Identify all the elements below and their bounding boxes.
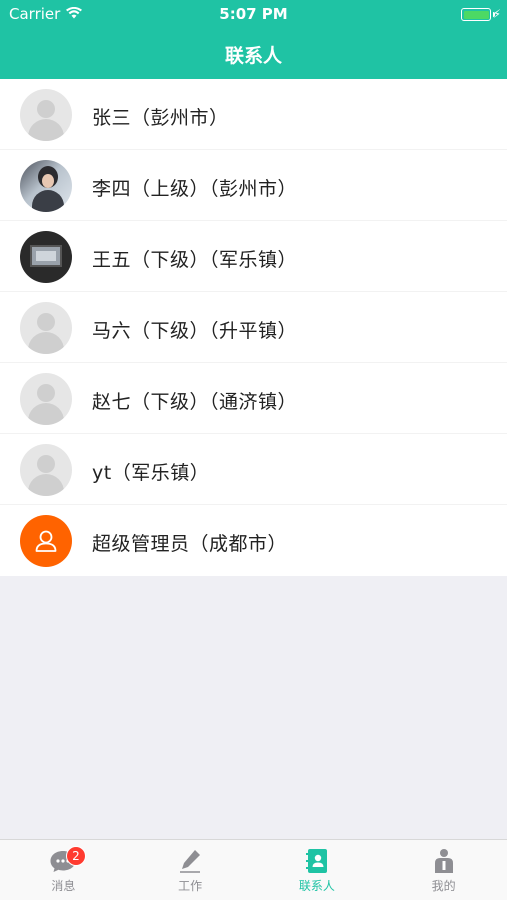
tab-messages[interactable]: 2 消息 bbox=[0, 840, 127, 900]
contact-name: 李四（上级）（彭州市） bbox=[92, 178, 298, 200]
unread-badge: 2 bbox=[66, 846, 86, 866]
person-info-icon bbox=[429, 847, 459, 875]
contacts-book-icon bbox=[302, 847, 332, 875]
pen-icon bbox=[175, 847, 205, 875]
photo-avatar bbox=[20, 231, 72, 283]
contact-list: 张三（彭州市） 李四（上级）（彭州市） 王五（下级）（军乐镇） 马六（下级）（升… bbox=[0, 79, 507, 576]
status-time: 5:07 PM bbox=[219, 5, 288, 23]
contact-row[interactable]: yt（军乐镇） bbox=[0, 434, 507, 505]
contact-row[interactable]: 超级管理员（成都市） bbox=[0, 505, 507, 576]
default-avatar-icon bbox=[20, 444, 72, 496]
contact-row[interactable]: 李四（上级）（彭州市） bbox=[0, 150, 507, 221]
contact-name: yt（军乐镇） bbox=[92, 462, 210, 484]
contact-row[interactable]: 马六（下级）（升平镇） bbox=[0, 292, 507, 363]
photo-avatar bbox=[20, 160, 72, 212]
tab-label: 工作 bbox=[178, 879, 203, 893]
contact-name: 超级管理员（成都市） bbox=[92, 533, 288, 555]
contact-name: 王五（下级）（军乐镇） bbox=[92, 249, 298, 271]
navigation-bar: 联系人 bbox=[0, 30, 507, 79]
default-avatar-icon bbox=[20, 302, 72, 354]
battery-icon bbox=[461, 8, 495, 21]
tab-bar: 2 消息 工作 联系人 我的 bbox=[0, 839, 507, 900]
charging-icon: ⚡ bbox=[492, 7, 501, 21]
contact-name: 马六（下级）（升平镇） bbox=[92, 320, 298, 342]
person-outline-icon bbox=[20, 515, 72, 567]
contact-name: 赵七（下级）（通济镇） bbox=[92, 391, 298, 413]
tab-label: 消息 bbox=[51, 879, 76, 893]
contact-row[interactable]: 赵七（下级）（通济镇） bbox=[0, 363, 507, 434]
status-bar: Carrier 5:07 PM ⚡ bbox=[0, 0, 507, 30]
contact-row[interactable]: 张三（彭州市） bbox=[0, 79, 507, 150]
tab-contacts[interactable]: 联系人 bbox=[254, 840, 381, 900]
tab-mine[interactable]: 我的 bbox=[380, 840, 507, 900]
default-avatar-icon bbox=[20, 373, 72, 425]
contact-name: 张三（彭州市） bbox=[92, 107, 229, 129]
default-avatar-icon bbox=[20, 89, 72, 141]
contact-row[interactable]: 王五（下级）（军乐镇） bbox=[0, 221, 507, 292]
tab-label: 我的 bbox=[431, 879, 456, 893]
page-title: 联系人 bbox=[224, 45, 282, 67]
tab-work[interactable]: 工作 bbox=[127, 840, 254, 900]
tab-label: 联系人 bbox=[298, 879, 335, 893]
